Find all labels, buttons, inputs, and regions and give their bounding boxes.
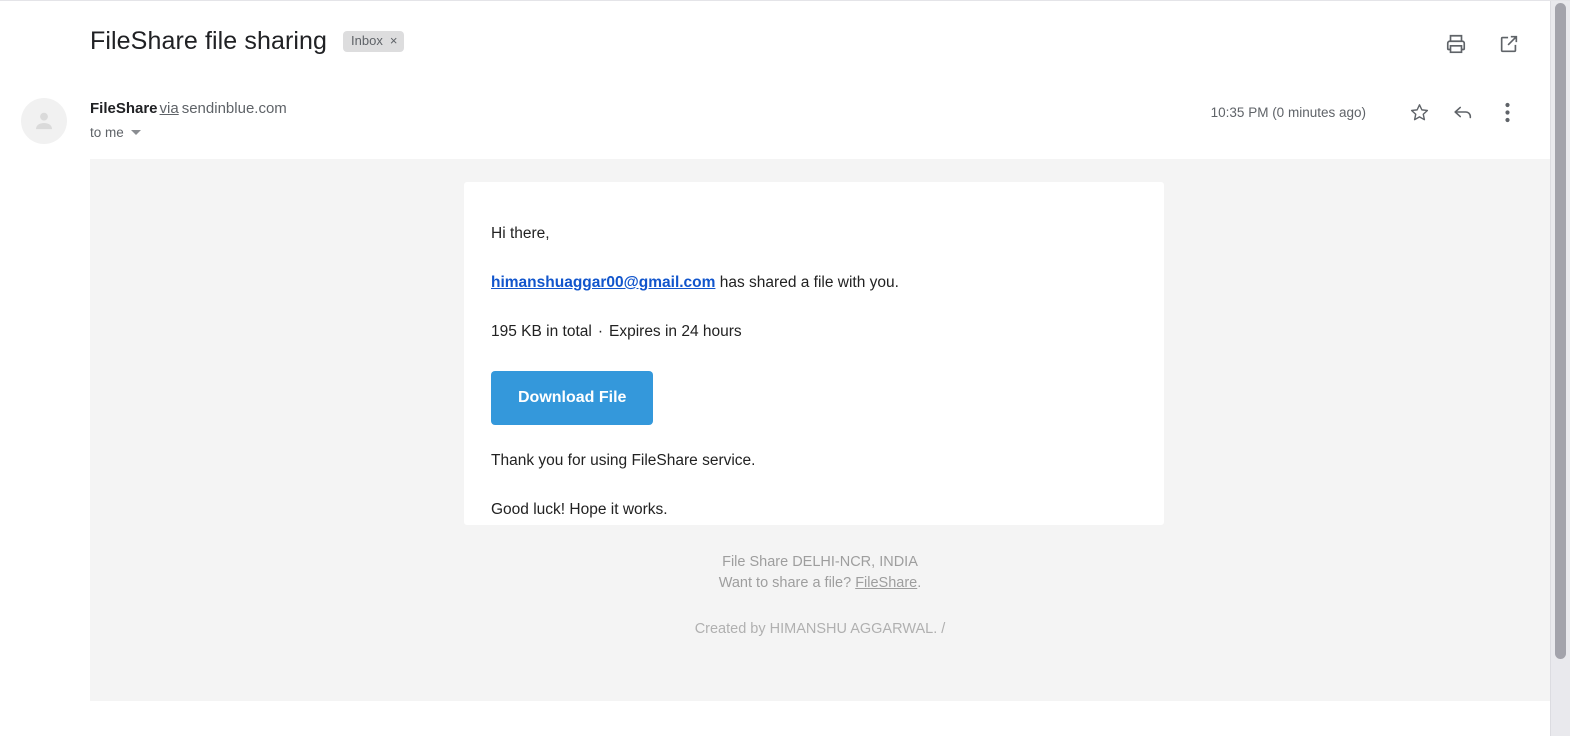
subject-row: FileShare file sharing Inbox × [90, 27, 405, 56]
reply-icon[interactable] [1448, 97, 1478, 127]
message-card: Hi there, himanshuaggar00@gmail.com has … [464, 182, 1164, 525]
label-chip-text: Inbox [351, 33, 383, 48]
thanks-text: Thank you for using FileShare service. [491, 452, 756, 469]
download-file-button[interactable]: Download File [491, 371, 654, 425]
recipient-label: to me [90, 125, 124, 140]
file-meta-text: 195 KB in total · Expires in 24 hours [491, 322, 1164, 342]
star-icon[interactable] [1404, 97, 1434, 127]
chevron-down-icon[interactable] [130, 130, 141, 135]
message-meta: 10:35 PM (0 minutes ago) [1211, 97, 1522, 127]
person-icon [35, 112, 53, 130]
email-body: Hi there, himanshuaggar00@gmail.com has … [90, 159, 1550, 701]
avatar [21, 98, 67, 144]
sender-block: FileShare via sendinblue.com to me [90, 99, 287, 140]
goodluck-text: Good luck! Hope it works. [491, 501, 668, 518]
label-chip-remove-icon[interactable]: × [390, 34, 398, 47]
sender-line: FileShare via sendinblue.com [90, 99, 287, 118]
footer-created-by: Created by HIMANSHU AGGARWAL. / [694, 621, 946, 637]
footer-share-period: . [917, 575, 922, 591]
timestamp: 10:35 PM (0 minutes ago) [1210, 104, 1366, 120]
sender-name[interactable]: FileShare [90, 100, 158, 117]
footer-share-line: Want to share a file? FileShare. [90, 573, 1550, 594]
greeting-text: Hi there, [491, 225, 550, 242]
label-chip-inbox[interactable]: Inbox × [343, 31, 405, 52]
more-options-icon[interactable] [1492, 97, 1522, 127]
recipient-toggle[interactable]: to me [90, 125, 287, 140]
vertical-scrollbar[interactable] [1550, 1, 1570, 736]
sharer-email-link[interactable]: himanshuaggar00@gmail.com [491, 274, 715, 291]
file-expiry: Expires in 24 hours [609, 323, 742, 340]
print-icon[interactable] [1443, 31, 1469, 57]
shared-file-suffix: has shared a file with you. [715, 274, 899, 291]
sender-via-label: via [159, 100, 179, 117]
footer-share-prompt: Want to share a file? [718, 575, 856, 591]
page-title: FileShare file sharing [90, 27, 328, 55]
message-card-content: Hi there, himanshuaggar00@gmail.com has … [464, 182, 1164, 520]
email-footer: File Share DELHI-NCR, INDIA Want to shar… [90, 552, 1550, 640]
scrollbar-thumb[interactable] [1555, 3, 1566, 659]
shared-file-text: himanshuaggar00@gmail.com has shared a f… [491, 273, 1164, 293]
file-size: 195 KB in total [491, 323, 592, 340]
meta-separator: · [597, 323, 603, 340]
email-viewer: FileShare file sharing Inbox × FileShare… [0, 0, 1570, 736]
email-page: FileShare file sharing Inbox × FileShare… [0, 1, 1550, 736]
footer-org-line: File Share DELHI-NCR, INDIA [722, 554, 918, 570]
open-in-new-window-icon[interactable] [1496, 31, 1522, 57]
sender-domain: sendinblue.com [181, 100, 287, 117]
footer-fileshare-link[interactable]: FileShare [855, 575, 917, 591]
header-actions [1443, 31, 1522, 57]
